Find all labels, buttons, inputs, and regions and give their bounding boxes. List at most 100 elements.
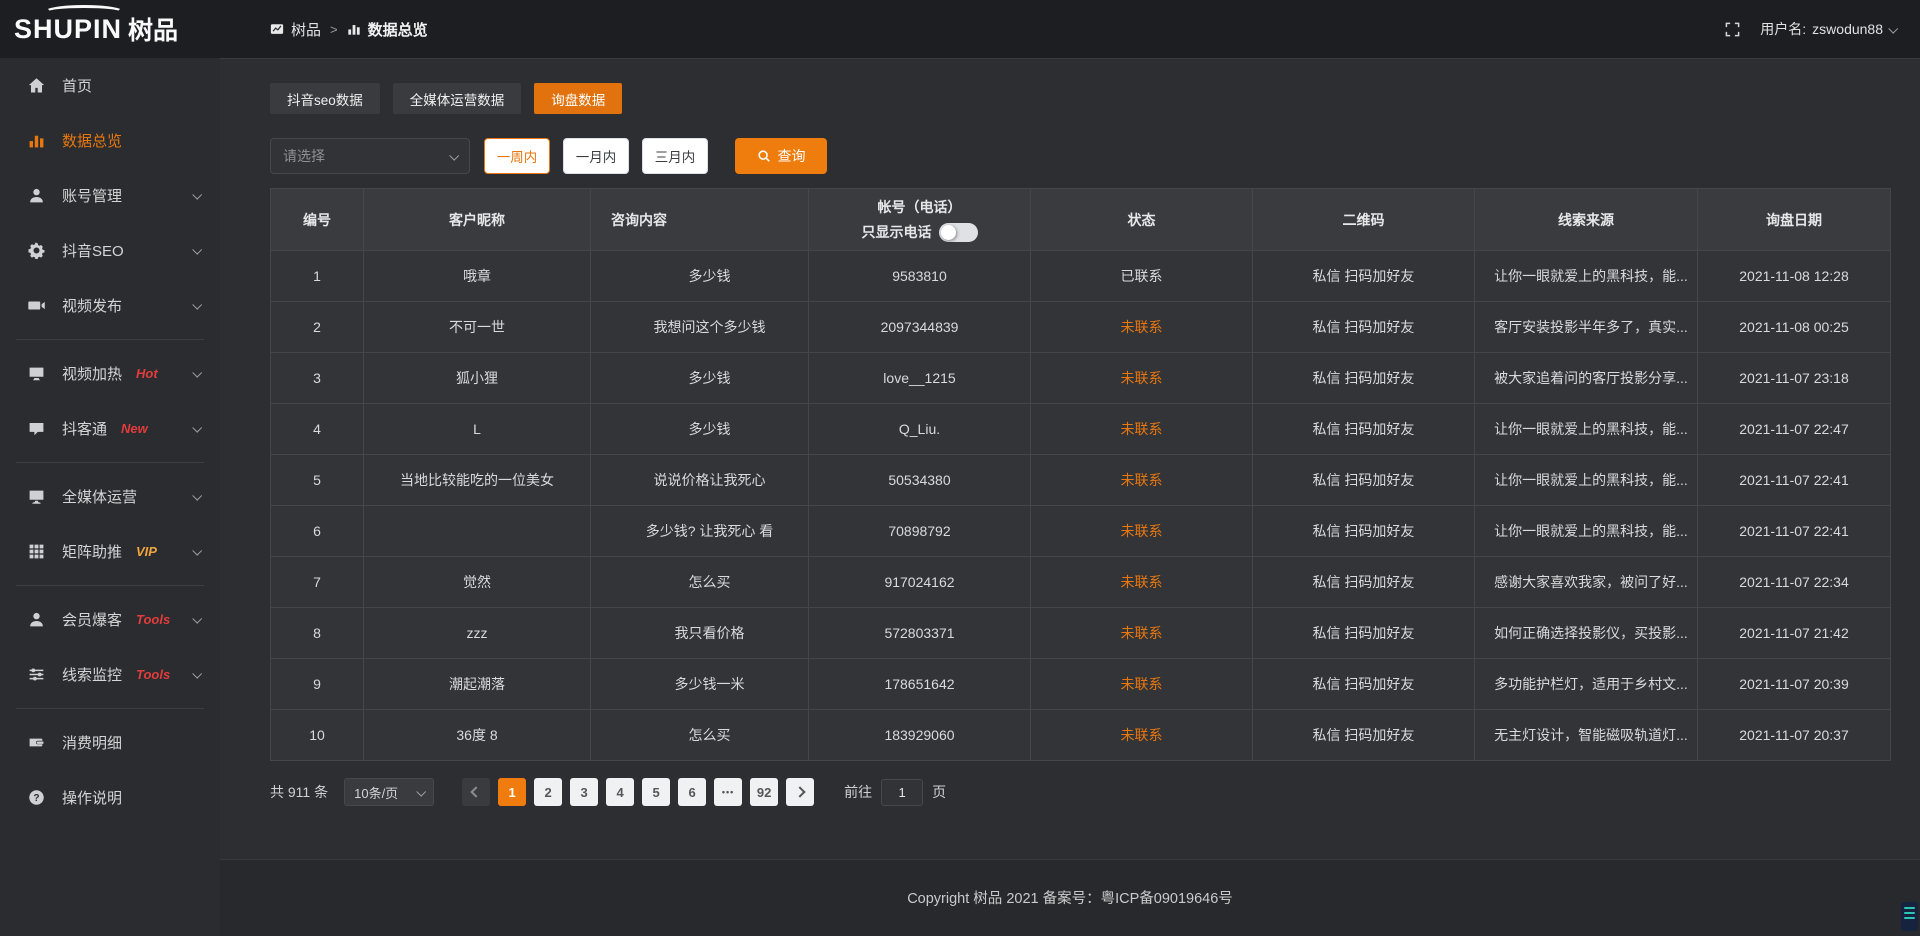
cell-source[interactable]: 感谢大家喜欢我家，被问了好... — [1475, 557, 1698, 608]
sidebar-item-label: 账号管理 — [62, 185, 122, 206]
cell-source[interactable]: 客厅安装投影半年多了，真实... — [1475, 302, 1698, 353]
period-button-group: 一周内一月内三月内 — [484, 138, 708, 174]
username-label: 用户名: — [1760, 19, 1806, 39]
chevron-right-icon — [794, 786, 805, 797]
sidebar-item-label: 操作说明 — [62, 787, 122, 808]
goto-label: 前往 — [844, 782, 872, 802]
cell-qr[interactable]: 私信 扫码加好友 — [1253, 506, 1475, 557]
phone-toggle-row: 只显示电话 — [809, 222, 1030, 242]
cell-content: 我想问这个多少钱 — [591, 302, 809, 353]
sidebar-item-douyin-seo[interactable]: 抖音SEO — [0, 223, 220, 278]
page-size-value: 10条/页 — [354, 783, 398, 802]
user-menu[interactable]: 用户名: zswodun88 — [1760, 19, 1896, 39]
breadcrumb-item-site[interactable]: 树品 — [291, 19, 321, 40]
sidebar-item-omnimedia[interactable]: 全媒体运营 — [0, 469, 220, 524]
cell-qr[interactable]: 私信 扫码加好友 — [1253, 404, 1475, 455]
table-header-row: 编号 客户昵称 咨询内容 帐号（电话） 只显示电话 状态 二维码 线索来源 询盘… — [271, 189, 1891, 251]
column-header-account-title: 帐号（电话） — [809, 197, 1030, 217]
cell-no: 8 — [271, 608, 364, 659]
sidebar-item-douketong[interactable]: 抖客通New — [0, 401, 220, 456]
cell-source[interactable]: 无主灯设计，智能磁吸轨道灯... — [1475, 710, 1698, 761]
cell-source[interactable]: 让你一眼就爱上的黑科技，能... — [1475, 506, 1698, 557]
page-button-1[interactable]: 1 — [498, 778, 526, 806]
bar-chart-icon — [28, 132, 47, 149]
table-row: 9潮起潮落多少钱一米178651642未联系私信 扫码加好友多功能护栏灯，适用于… — [271, 659, 1891, 710]
cell-qr[interactable]: 私信 扫码加好友 — [1253, 659, 1475, 710]
sidebar-item-home[interactable]: 首页 — [0, 58, 220, 113]
cell-nickname: zzz — [364, 608, 591, 659]
table-row: 8zzz我只看价格572803371未联系私信 扫码加好友如何正确选择投影仪，买… — [271, 608, 1891, 659]
cell-qr[interactable]: 私信 扫码加好友 — [1253, 251, 1475, 302]
cell-source[interactable]: 多功能护栏灯，适用于乡村文... — [1475, 659, 1698, 710]
sidebar-item-account-management[interactable]: 账号管理 — [0, 168, 220, 223]
column-header-no: 编号 — [271, 189, 364, 251]
cell-no: 9 — [271, 659, 364, 710]
cell-qr[interactable]: 私信 扫码加好友 — [1253, 608, 1475, 659]
tab-douyin-seo-data[interactable]: 抖音seo数据 — [270, 83, 380, 114]
cell-qr[interactable]: 私信 扫码加好友 — [1253, 302, 1475, 353]
sidebar-item-member-burst[interactable]: 会员爆客Tools — [0, 592, 220, 647]
sidebar-item-operation-guide[interactable]: ?操作说明 — [0, 770, 220, 825]
fullscreen-icon[interactable] — [1725, 22, 1740, 37]
topbar-right: 用户名: zswodun88 — [1725, 19, 1920, 39]
table-row: 3狐小狸多少钱love__1215未联系私信 扫码加好友被大家追着问的客厅投影分… — [271, 353, 1891, 404]
table-row: 6多少钱? 让我死心 看70898792未联系私信 扫码加好友让你一眼就爱上的黑… — [271, 506, 1891, 557]
page-button-2[interactable]: 2 — [534, 778, 562, 806]
sidebar-item-label: 消费明细 — [62, 732, 122, 753]
page-button-3[interactable]: 3 — [570, 778, 598, 806]
page-ellipsis[interactable]: ••• — [714, 778, 742, 806]
corner-widget[interactable] — [1901, 902, 1918, 931]
brand-logo[interactable]: SHUPIN 树品 — [0, 0, 220, 58]
chevron-down-icon — [192, 300, 202, 310]
period-button-2[interactable]: 三月内 — [642, 138, 708, 174]
user-icon — [28, 187, 47, 204]
sidebar-item-consumption-detail[interactable]: 消费明细 — [0, 715, 220, 770]
column-header-date: 询盘日期 — [1698, 189, 1891, 251]
page-button-6[interactable]: 6 — [678, 778, 706, 806]
phone-toggle[interactable] — [939, 223, 978, 242]
cell-qr[interactable]: 私信 扫码加好友 — [1253, 455, 1475, 506]
cell-content: 多少钱? 让我死心 看 — [591, 506, 809, 557]
period-button-1[interactable]: 一月内 — [563, 138, 629, 174]
query-button[interactable]: 查询 — [735, 138, 827, 174]
cell-source[interactable]: 被大家追着问的客厅投影分享... — [1475, 353, 1698, 404]
prev-page-button[interactable] — [462, 778, 490, 806]
cell-qr[interactable]: 私信 扫码加好友 — [1253, 353, 1475, 404]
cell-source[interactable]: 让你一眼就爱上的黑科技，能... — [1475, 404, 1698, 455]
sidebar-item-lead-monitor[interactable]: 线索监控Tools — [0, 647, 220, 702]
cell-content: 说说价格让我死心 — [591, 455, 809, 506]
logo-arc — [44, 5, 124, 19]
sidebar-item-data-overview[interactable]: 数据总览 — [0, 113, 220, 168]
cell-source[interactable]: 如何正确选择投影仪，买投影... — [1475, 608, 1698, 659]
tab-omnimedia-data[interactable]: 全媒体运营数据 — [393, 83, 522, 114]
page-button-5[interactable]: 5 — [642, 778, 670, 806]
monitor-icon — [28, 488, 47, 505]
main-area: 抖音seo数据全媒体运营数据询盘数据 请选择 一周内一月内三月内 查询 编 — [220, 58, 1920, 936]
cell-nickname: 哦章 — [364, 251, 591, 302]
page-button-4[interactable]: 4 — [606, 778, 634, 806]
chevron-down-icon — [1888, 23, 1898, 33]
cell-content: 多少钱 — [591, 353, 809, 404]
footer: Copyright 树品 2021 备案号：粤ICP备09019646号 — [220, 859, 1920, 936]
goto-page-input[interactable] — [881, 779, 923, 806]
sidebar-item-video-publish[interactable]: 视频发布 — [0, 278, 220, 333]
tab-inquiry-data[interactable]: 询盘数据 — [534, 83, 622, 114]
page-size-select[interactable]: 10条/页 — [344, 778, 434, 806]
cell-source[interactable]: 让你一眼就爱上的黑科技，能... — [1475, 455, 1698, 506]
sidebar-item-video-heat[interactable]: 视频加热Hot — [0, 346, 220, 401]
filter-select[interactable]: 请选择 — [270, 138, 470, 174]
sidebar-item-matrix-boost[interactable]: 矩阵助推VIP — [0, 524, 220, 579]
chevron-down-icon — [192, 423, 202, 433]
sidebar-item-label: 数据总览 — [62, 130, 122, 151]
period-button-0[interactable]: 一周内 — [484, 138, 550, 174]
chevron-down-icon — [192, 546, 202, 556]
cell-qr[interactable]: 私信 扫码加好友 — [1253, 557, 1475, 608]
cell-qr[interactable]: 私信 扫码加好友 — [1253, 710, 1475, 761]
page-button-92[interactable]: 92 — [750, 778, 778, 806]
sidebar-item-label: 视频发布 — [62, 295, 122, 316]
cell-source[interactable]: 让你一眼就爱上的黑科技，能... — [1475, 251, 1698, 302]
next-page-button[interactable] — [786, 778, 814, 806]
phone-toggle-label: 只显示电话 — [862, 222, 932, 242]
home-icon — [28, 77, 47, 94]
cell-date: 2021-11-07 20:39 — [1698, 659, 1891, 710]
